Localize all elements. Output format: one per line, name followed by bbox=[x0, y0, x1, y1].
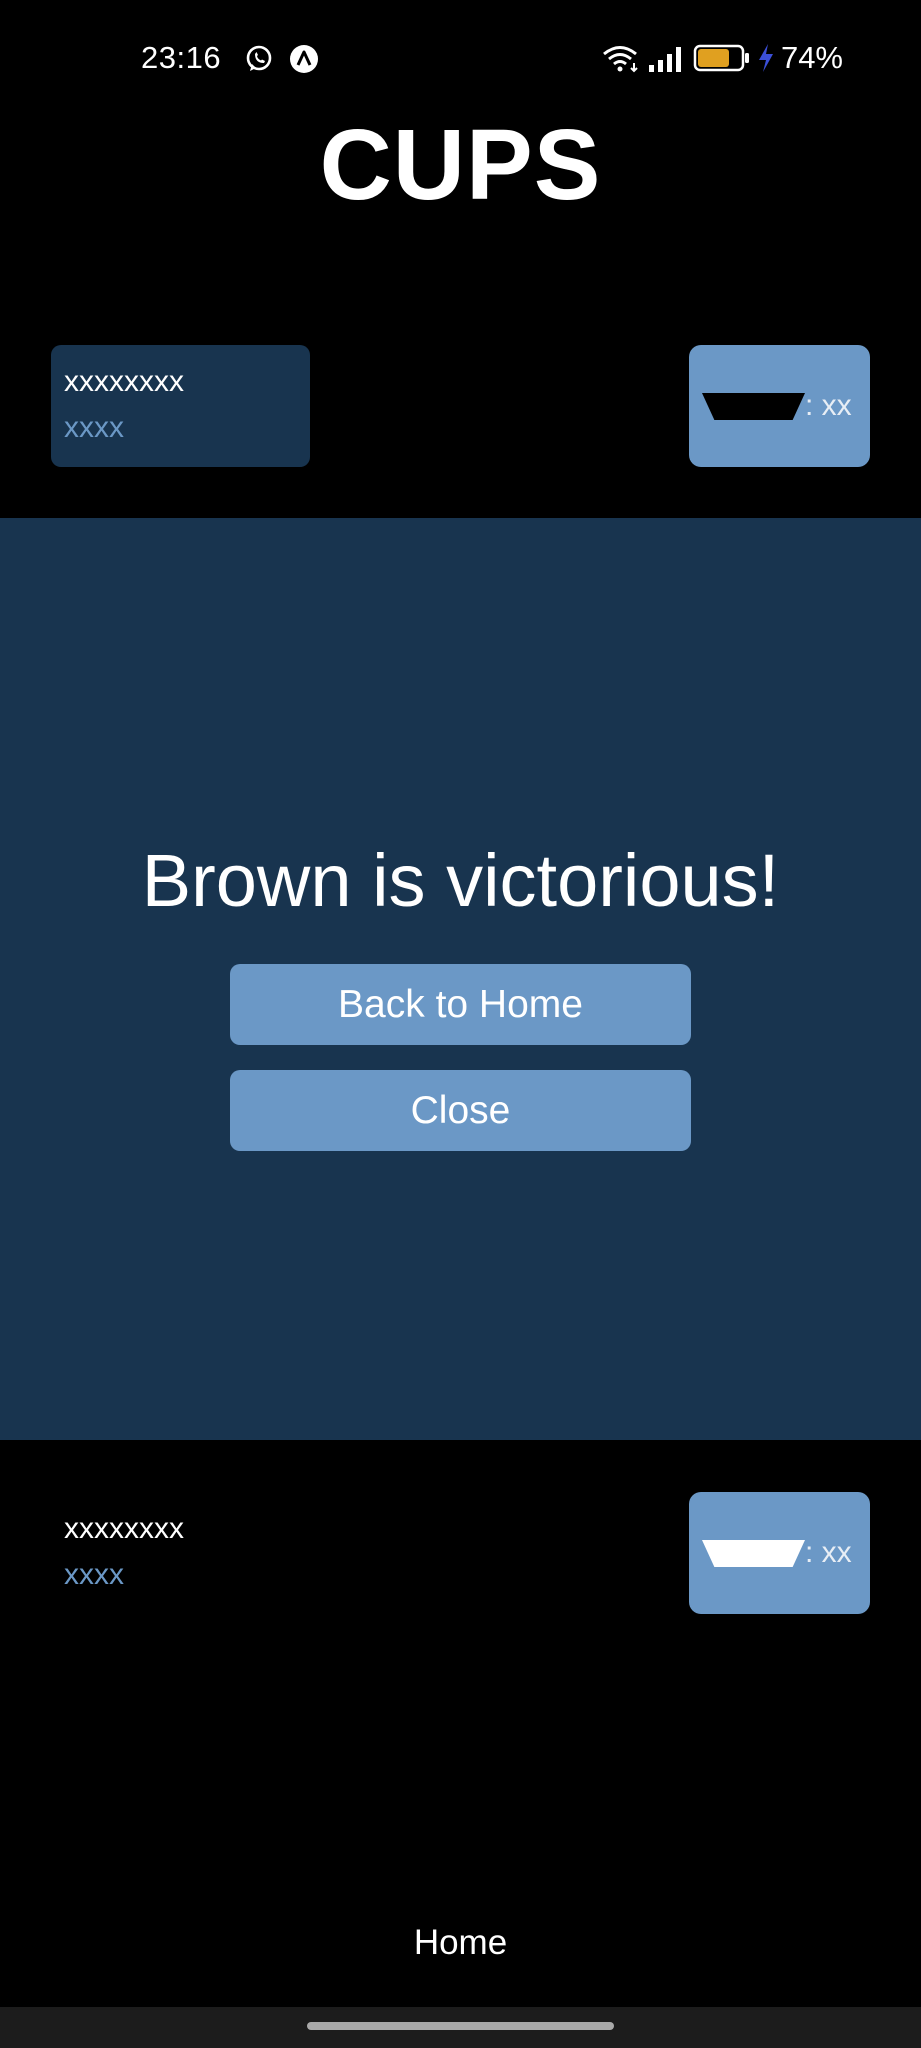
player-card: xxxxxxxx xxxx bbox=[51, 1492, 310, 1614]
black-cup-icon bbox=[702, 393, 805, 420]
system-navigation-bar bbox=[0, 2007, 921, 2048]
player-cups-count: : xx bbox=[805, 1536, 852, 1569]
charging-icon bbox=[758, 44, 773, 72]
whatsapp-icon bbox=[246, 45, 272, 71]
status-bar: 23:16 74% bbox=[0, 0, 921, 120]
back-to-home-button[interactable]: Back to Home bbox=[230, 964, 691, 1045]
opponent-cups-counter: : xx bbox=[689, 345, 870, 467]
close-button[interactable]: Close bbox=[230, 1070, 691, 1151]
player-name: xxxxxxxx bbox=[64, 1512, 184, 1545]
opponent-cups-count: : xx bbox=[805, 389, 852, 422]
status-time: 23:16 bbox=[141, 40, 222, 75]
opponent-name: xxxxxxxx bbox=[64, 365, 184, 398]
app-notification-icon bbox=[290, 45, 318, 73]
player-subtitle: xxxx bbox=[64, 1558, 124, 1591]
battery-icon bbox=[693, 44, 749, 72]
signal-icon bbox=[648, 47, 681, 72]
status-right-group: 74% bbox=[601, 40, 843, 76]
battery-percentage: 74% bbox=[780, 40, 843, 75]
player-cups-counter: : xx bbox=[689, 1492, 870, 1614]
white-cup-icon bbox=[702, 1540, 805, 1567]
home-nav-link[interactable]: Home bbox=[0, 1923, 921, 1963]
app-title: CUPS bbox=[319, 109, 602, 221]
gesture-handle[interactable] bbox=[307, 2022, 614, 2030]
opponent-player-card: xxxxxxxx xxxx bbox=[51, 345, 310, 467]
opponent-subtitle: xxxx bbox=[64, 411, 124, 444]
wifi-icon bbox=[603, 46, 638, 73]
victory-dialog: Brown is victorious! Back to Home Close bbox=[0, 518, 921, 1440]
victory-message: Brown is victorious! bbox=[141, 839, 780, 922]
